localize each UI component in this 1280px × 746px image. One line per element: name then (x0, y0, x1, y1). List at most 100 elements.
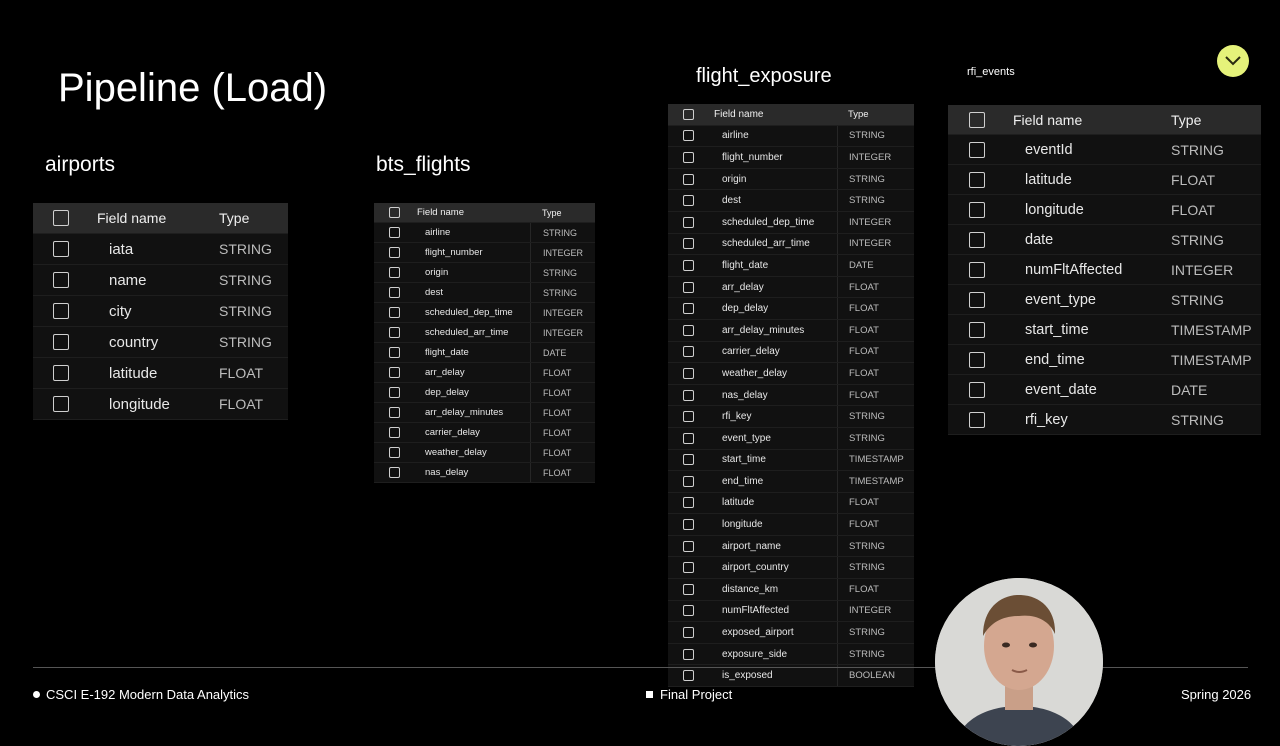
table-header-row: Field name Type (668, 104, 914, 126)
field-type-cell: STRING (530, 223, 595, 242)
row-checkbox[interactable] (948, 321, 1006, 338)
row-checkbox[interactable] (668, 540, 708, 552)
field-name-cell: dep_delay (425, 387, 469, 398)
field-name-cell: weather_delay (425, 447, 487, 458)
checkbox-icon (969, 201, 985, 218)
presenter-webcam (935, 578, 1103, 746)
row-checkbox[interactable] (668, 670, 708, 682)
checkbox-icon (682, 130, 694, 142)
field-name-cell: event_date (1025, 381, 1097, 398)
footer-section-label: Final Project (660, 687, 733, 702)
row-checkbox[interactable] (33, 365, 88, 381)
row-checkbox[interactable] (668, 389, 708, 401)
row-checkbox[interactable] (668, 238, 708, 250)
row-checkbox[interactable] (948, 261, 1006, 278)
row-checkbox[interactable] (33, 303, 88, 319)
table-row: dep_delay FLOAT (668, 298, 914, 320)
table-header-row: Field name Type (33, 203, 288, 234)
row-checkbox[interactable] (374, 247, 415, 258)
row-checkbox[interactable] (668, 605, 708, 617)
row-checkbox[interactable] (374, 367, 415, 378)
row-checkbox[interactable] (668, 324, 708, 336)
row-checkbox[interactable] (668, 411, 708, 423)
row-checkbox[interactable] (668, 173, 708, 185)
row-checkbox[interactable] (668, 519, 708, 531)
row-checkbox[interactable] (948, 351, 1006, 368)
row-checkbox[interactable] (668, 281, 708, 293)
field-type-cell: FLOAT (837, 276, 914, 298)
field-type-cell: STRING (837, 406, 914, 427)
table-row: arr_delay_minutes FLOAT (374, 403, 595, 423)
row-checkbox[interactable] (668, 151, 708, 163)
row-checkbox[interactable] (948, 381, 1006, 398)
table-row: exposure_side STRING (668, 643, 914, 666)
checkbox-icon (389, 467, 400, 478)
table-row: flight_number INTEGER (668, 147, 914, 169)
row-checkbox[interactable] (33, 241, 88, 257)
select-all-checkbox[interactable] (33, 210, 88, 226)
table-row: flight_date DATE (374, 343, 595, 363)
table-row: exposed_airport STRING (668, 622, 914, 644)
column-header-field-name: Field name (714, 108, 764, 120)
row-checkbox[interactable] (668, 648, 708, 660)
row-checkbox[interactable] (948, 291, 1006, 308)
row-checkbox[interactable] (668, 583, 708, 595)
row-checkbox[interactable] (948, 171, 1006, 188)
row-checkbox[interactable] (374, 467, 415, 478)
row-checkbox[interactable] (668, 475, 708, 487)
row-checkbox[interactable] (33, 396, 88, 412)
field-name-cell: end_time (722, 475, 764, 487)
row-checkbox[interactable] (668, 367, 708, 379)
field-name-cell: event_type (1025, 291, 1096, 308)
select-all-checkbox[interactable] (948, 111, 1006, 128)
row-checkbox[interactable] (668, 259, 708, 271)
row-checkbox[interactable] (668, 130, 708, 142)
field-type-cell: DATE (837, 255, 914, 276)
field-type-cell: FLOAT (530, 403, 595, 422)
row-checkbox[interactable] (668, 432, 708, 444)
checkbox-icon (682, 432, 694, 444)
row-checkbox[interactable] (668, 195, 708, 207)
row-checkbox[interactable] (33, 272, 88, 288)
row-checkbox[interactable] (668, 627, 708, 639)
row-checkbox[interactable] (374, 427, 415, 438)
schema-table-flight-exposure: Field name Type airline STRING flight_number… (668, 104, 914, 688)
row-checkbox[interactable] (668, 346, 708, 358)
table-row: carrier_delay FLOAT (668, 341, 914, 364)
checkbox-icon (389, 387, 400, 398)
checkbox-icon (682, 151, 694, 163)
row-checkbox[interactable] (374, 347, 415, 358)
table-row: rfi_key STRING (668, 406, 914, 428)
row-checkbox[interactable] (948, 231, 1006, 248)
expand-button[interactable] (1217, 45, 1249, 77)
row-checkbox[interactable] (668, 497, 708, 509)
row-checkbox[interactable] (948, 141, 1006, 158)
checkbox-icon (52, 210, 69, 226)
checkbox-icon (682, 195, 694, 207)
field-type-cell: STRING (837, 557, 914, 579)
select-all-checkbox[interactable] (668, 108, 708, 120)
row-checkbox[interactable] (374, 447, 415, 458)
row-checkbox[interactable] (374, 327, 415, 338)
row-checkbox[interactable] (374, 387, 415, 398)
row-checkbox[interactable] (374, 287, 415, 298)
row-checkbox[interactable] (33, 334, 88, 350)
row-checkbox[interactable] (668, 562, 708, 574)
checkbox-icon (969, 381, 985, 398)
row-checkbox[interactable] (668, 454, 708, 466)
select-all-checkbox[interactable] (374, 207, 415, 218)
row-checkbox[interactable] (668, 216, 708, 228)
field-type-cell: STRING (837, 622, 914, 643)
row-checkbox[interactable] (948, 411, 1006, 428)
schema-table-airports: Field name Type iata STRING name STRING city ST… (33, 203, 288, 420)
row-checkbox[interactable] (374, 267, 415, 278)
row-checkbox[interactable] (374, 227, 415, 238)
row-checkbox[interactable] (948, 201, 1006, 218)
table-row: nas_delay FLOAT (374, 463, 595, 483)
row-checkbox[interactable] (374, 307, 415, 318)
field-name-cell: origin (425, 267, 449, 278)
row-checkbox[interactable] (374, 407, 415, 418)
row-checkbox[interactable] (668, 303, 708, 315)
table-row: event_type STRING (668, 427, 914, 450)
field-name-cell: airline (722, 130, 749, 142)
